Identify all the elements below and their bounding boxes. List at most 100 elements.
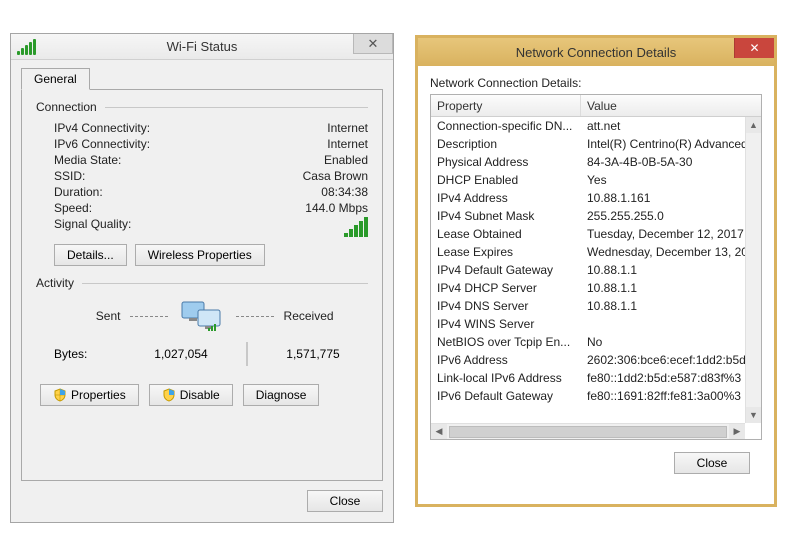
wifi-close-button[interactable]: Close: [307, 490, 383, 512]
ncd-row[interactable]: IPv4 Address10.88.1.161: [431, 189, 745, 207]
details-button[interactable]: Details...: [54, 244, 127, 266]
ncd-row-property: IPv4 DHCP Server: [431, 281, 581, 295]
bytes-label: Bytes:: [36, 347, 126, 361]
tab-panel-general: Connection IPv4 Connectivity: Internet I…: [21, 89, 383, 481]
ncd-row[interactable]: Lease ObtainedTuesday, December 12, 2017…: [431, 225, 745, 243]
ncd-titlebar[interactable]: Network Connection Details ✕: [418, 38, 774, 66]
shield-icon: [162, 388, 176, 402]
ncd-row[interactable]: Connection-specific DN...att.net: [431, 117, 745, 135]
disable-button[interactable]: Disable: [149, 384, 233, 406]
wifi-body: General Connection IPv4 Connectivity: In…: [11, 60, 393, 491]
ncd-row[interactable]: IPv4 WINS Server: [431, 315, 745, 333]
media-state-label: Media State:: [36, 153, 121, 167]
ncd-row-value: 10.88.1.161: [581, 191, 745, 205]
activity-bytes-row: Bytes: 1,027,054 1,571,775: [36, 342, 368, 366]
ncd-row-value: 10.88.1.1: [581, 281, 745, 295]
sent-label: Sent: [36, 309, 120, 323]
ncd-row[interactable]: DescriptionIntel(R) Centrino(R) Advanced…: [431, 135, 745, 153]
wifi-titlebar-close-button[interactable]: ✕: [353, 34, 393, 54]
ncd-title: Network Connection Details: [418, 45, 774, 60]
ncd-horizontal-scrollbar[interactable]: ◀ ▶: [431, 423, 745, 439]
ncd-grid: Property Value Connection-specific DN...…: [430, 94, 762, 440]
ncd-row[interactable]: IPv6 Default Gatewayfe80::1691:82ff:fe81…: [431, 387, 745, 405]
network-monitors-icon: [178, 296, 226, 336]
ncd-row-property: IPv4 Default Gateway: [431, 263, 581, 277]
ncd-row[interactable]: IPv6 Address2602:306:bce6:ecef:1dd2:b5d:…: [431, 351, 745, 369]
ncd-row[interactable]: Link-local IPv6 Addressfe80::1dd2:b5d:e5…: [431, 369, 745, 387]
ncd-titlebar-close-button[interactable]: ✕: [734, 38, 774, 58]
signal-quality-label: Signal Quality:: [36, 217, 131, 237]
ncd-col-value[interactable]: Value: [581, 99, 761, 113]
wifi-title: Wi-Fi Status: [11, 39, 393, 54]
row-ipv4-connectivity: IPv4 Connectivity: Internet: [36, 120, 368, 136]
properties-button[interactable]: Properties: [40, 384, 139, 406]
ipv4-connectivity-value: Internet: [327, 121, 368, 135]
ncd-body: Network Connection Details: Property Val…: [418, 66, 774, 484]
row-speed: Speed: 144.0 Mbps: [36, 200, 368, 216]
ncd-row-property: Connection-specific DN...: [431, 119, 581, 133]
ncd-col-property[interactable]: Property: [431, 95, 581, 116]
ncd-grid-header: Property Value: [431, 95, 761, 117]
row-signal-quality: Signal Quality:: [36, 216, 368, 238]
scroll-thumb[interactable]: [449, 426, 727, 438]
signal-quality-icon: [344, 217, 368, 237]
ncd-row-property: IPv4 WINS Server: [431, 317, 581, 331]
disable-button-label: Disable: [180, 388, 220, 402]
speed-value: 144.0 Mbps: [305, 201, 368, 215]
ncd-row-value: 10.88.1.1: [581, 299, 745, 313]
scroll-right-icon[interactable]: ▶: [729, 424, 745, 440]
ncd-row-property: NetBIOS over Tcpip En...: [431, 335, 581, 349]
ncd-row-value: Tuesday, December 12, 2017 4:55:25: [581, 227, 745, 241]
ncd-row[interactable]: NetBIOS over Tcpip En...No: [431, 333, 745, 351]
ncd-row-property: IPv4 Subnet Mask: [431, 209, 581, 223]
ncd-row-value: 10.88.1.1: [581, 263, 745, 277]
ncd-row-value: Intel(R) Centrino(R) Advanced-N 6205: [581, 137, 745, 151]
group-activity-label: Activity: [36, 276, 74, 290]
ncd-close-button[interactable]: Close: [674, 452, 750, 474]
ncd-row[interactable]: IPv4 DHCP Server10.88.1.1: [431, 279, 745, 297]
ncd-grid-rows: Connection-specific DN...att.netDescript…: [431, 117, 745, 423]
group-activity-header: Activity: [36, 276, 368, 290]
row-duration: Duration: 08:34:38: [36, 184, 368, 200]
ncd-row-property: Physical Address: [431, 155, 581, 169]
ncd-row[interactable]: Lease ExpiresWednesday, December 13, 201…: [431, 243, 745, 261]
received-label: Received: [284, 309, 368, 323]
ncd-row-value: 2602:306:bce6:ecef:1dd2:b5d:e587:d: [581, 353, 745, 367]
ncd-row-property: Lease Expires: [431, 245, 581, 259]
group-connection-label: Connection: [36, 100, 97, 114]
activity-diagram: Sent: [36, 296, 368, 336]
ncd-row[interactable]: IPv4 Default Gateway10.88.1.1: [431, 261, 745, 279]
tab-strip: General: [21, 66, 383, 90]
wifi-signal-icon: [17, 39, 36, 55]
diagnose-button[interactable]: Diagnose: [243, 384, 320, 406]
tab-general[interactable]: General: [21, 68, 90, 90]
row-media-state: Media State: Enabled: [36, 152, 368, 168]
scroll-up-icon[interactable]: ▲: [746, 117, 761, 133]
wifi-titlebar[interactable]: Wi-Fi Status ✕: [11, 34, 393, 60]
ncd-vertical-scrollbar[interactable]: ▲ ▼: [745, 117, 761, 423]
speed-label: Speed:: [36, 201, 92, 215]
ncd-row[interactable]: Physical Address84-3A-4B-0B-5A-30: [431, 153, 745, 171]
scroll-left-icon[interactable]: ◀: [431, 424, 447, 440]
ncd-panel-label: Network Connection Details:: [430, 76, 762, 90]
ncd-row-value: fe80::1691:82ff:fe81:3a00%3: [581, 389, 745, 403]
properties-button-label: Properties: [71, 388, 126, 402]
ncd-row-value: att.net: [581, 119, 745, 133]
ipv4-connectivity-label: IPv4 Connectivity:: [36, 121, 150, 135]
ncd-row[interactable]: IPv4 DNS Server10.88.1.1: [431, 297, 745, 315]
media-state-value: Enabled: [324, 153, 368, 167]
bytes-sent-value: 1,027,054: [126, 347, 236, 361]
network-connection-details-window: Network Connection Details ✕ Network Con…: [415, 35, 777, 507]
row-ssid: SSID: Casa Brown: [36, 168, 368, 184]
wireless-properties-button[interactable]: Wireless Properties: [135, 244, 265, 266]
ncd-row-value: 255.255.255.0: [581, 209, 745, 223]
scroll-down-icon[interactable]: ▼: [746, 407, 761, 423]
ssid-value: Casa Brown: [303, 169, 368, 183]
ncd-row-value: fe80::1dd2:b5d:e587:d83f%3: [581, 371, 745, 385]
ncd-row-value: Yes: [581, 173, 745, 187]
ncd-row[interactable]: DHCP EnabledYes: [431, 171, 745, 189]
ncd-row-property: DHCP Enabled: [431, 173, 581, 187]
row-ipv6-connectivity: IPv6 Connectivity: Internet: [36, 136, 368, 152]
ncd-row-property: IPv4 Address: [431, 191, 581, 205]
ncd-row[interactable]: IPv4 Subnet Mask255.255.255.0: [431, 207, 745, 225]
